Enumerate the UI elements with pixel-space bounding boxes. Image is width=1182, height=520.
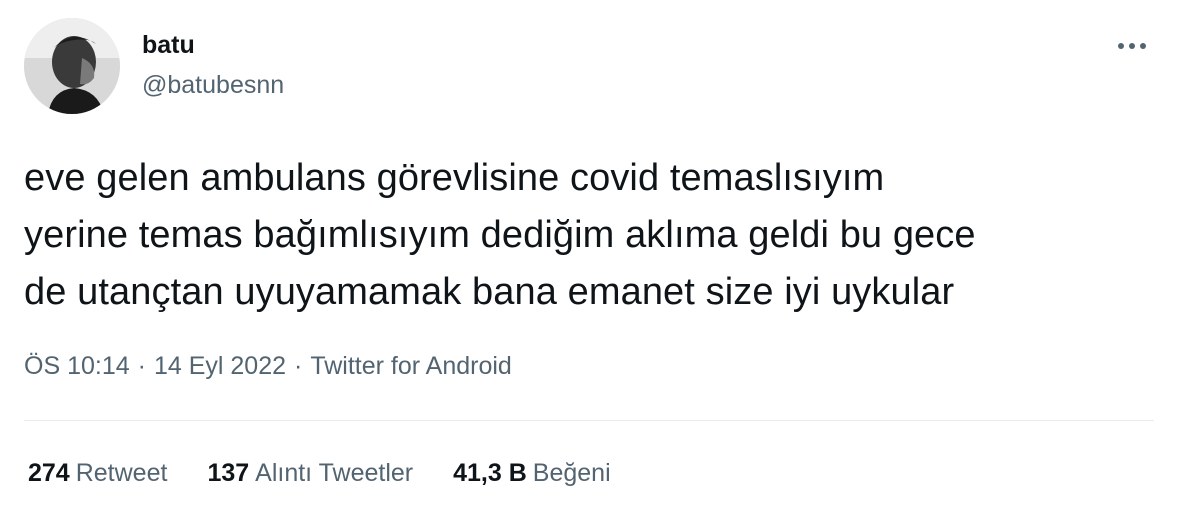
avatar[interactable] — [24, 18, 120, 114]
tweet-text-line: de utançtan uyuyamamak bana emanet size … — [24, 271, 955, 313]
ellipsis-icon — [1118, 43, 1146, 49]
quote-tweet-stat[interactable]: 137 Alıntı Tweetler — [207, 455, 413, 491]
tweet-stats: 274 Retweet 137 Alıntı Tweetler 41,3 B Beğe… — [28, 455, 651, 491]
retweet-label: Retweet — [75, 459, 168, 487]
more-options-button[interactable] — [1112, 34, 1152, 58]
author-display-name[interactable]: batu — [142, 30, 195, 60]
tweet-source[interactable]: Twitter for Android — [310, 352, 511, 380]
profile-photo-icon — [24, 18, 120, 114]
quote-tweet-label: Alıntı Tweetler — [255, 459, 414, 487]
meta-separator: · — [294, 352, 303, 380]
tweet-metadata: ÖS 10:14 · 14 Eyl 2022 · Twitter for Android — [24, 348, 512, 384]
tweet-text-line: eve gelen ambulans görevlisine covid tem… — [24, 157, 885, 199]
author-handle[interactable]: @batubesnn — [142, 70, 284, 100]
like-stat[interactable]: 41,3 B Beğeni — [453, 455, 611, 491]
meta-separator: · — [137, 352, 146, 380]
tweet-text-line: yerine temas bağımlısıyım dediğim aklıma… — [24, 214, 976, 256]
quote-tweet-count: 137 — [207, 459, 250, 487]
like-count: 41,3 B — [453, 459, 527, 487]
tweet-date[interactable]: 14 Eyl 2022 — [154, 352, 286, 380]
tweet-text: eve gelen ambulans görevlisine covid tem… — [24, 150, 1154, 321]
retweet-stat[interactable]: 274 Retweet — [28, 455, 167, 491]
divider — [24, 420, 1154, 421]
retweet-count: 274 — [28, 459, 70, 487]
like-label: Beğeni — [532, 459, 611, 487]
tweet-time[interactable]: ÖS 10:14 — [24, 352, 130, 380]
